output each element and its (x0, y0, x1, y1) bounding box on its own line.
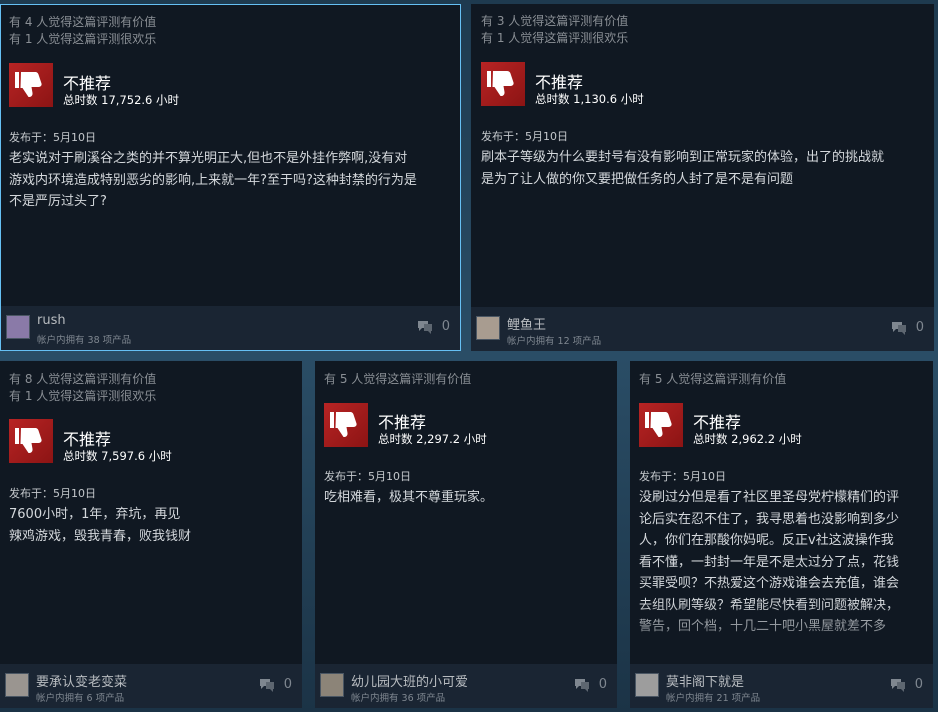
review-footer: 要承认变老变菜 帐户内拥有 6 项产品 0 (0, 664, 302, 708)
author-name[interactable]: 要承认变老变菜 (36, 671, 127, 690)
thumbs-down-icon[interactable] (324, 403, 368, 447)
hours-played: 总时数 2,297.2 小时 (378, 432, 487, 446)
recommendation-title[interactable]: 不推荐 (63, 70, 111, 94)
author-name[interactable]: 幼儿园大班的小可爱 (351, 671, 468, 690)
author-name[interactable]: rush (37, 313, 66, 328)
comment-count[interactable]: 0 (284, 677, 292, 692)
helpful-count: 有 4 人觉得这篇评测有价值 (9, 15, 157, 29)
author-name[interactable]: 莫非阁下就是 (666, 671, 744, 690)
products-owned: 帐户内拥有 6 项产品 (36, 693, 125, 704)
author-name[interactable]: 鲤鱼王 (507, 314, 546, 333)
review-text: 7600小时，1年，弃坑，再见 辣鸡游戏，毁我青春，败我钱财 (9, 507, 192, 544)
review-text: 老实说对于刷溪谷之类的并不算光明正大,但也不是外挂作弊啊,没有对 游戏内环境造成… (9, 151, 417, 209)
helpful-votes: 有 4 人觉得这篇评测有价值 有 1 人觉得这篇评测很欢乐 (9, 14, 156, 48)
posted-date: 发布于：5月10日 (481, 130, 568, 143)
helpful-count: 有 5 人觉得这篇评测有价值 (639, 372, 787, 386)
recommendation-title[interactable]: 不推荐 (535, 69, 583, 93)
review-text: 刷本子等级为什么要封号有没有影响到正常玩家的体验，出了的挑战就 是为了让人做的你… (481, 150, 885, 187)
products-owned: 帐户内拥有 12 项产品 (507, 336, 602, 347)
helpful-count: 有 3 人觉得这篇评测有价值 (481, 14, 629, 28)
hours-played: 总时数 7,597.6 小时 (63, 449, 172, 463)
review-card[interactable]: 有 5 人觉得这篇评测有价值 不推荐 总时数 2,962.2 小时 发布于：5月… (630, 361, 933, 708)
review-footer: rush 帐户内拥有 38 项产品 0 (1, 306, 460, 350)
helpful-count: 有 5 人觉得这篇评测有价值 (324, 372, 472, 386)
products-owned: 帐户内拥有 38 项产品 (37, 335, 132, 346)
thumbs-down-icon[interactable] (481, 62, 525, 106)
comment-count[interactable]: 0 (599, 677, 607, 692)
products-owned: 帐户内拥有 21 项产品 (666, 693, 761, 704)
review-footer: 鲤鱼王 帐户内拥有 12 项产品 0 (471, 307, 934, 351)
comment-icon[interactable] (890, 319, 908, 337)
review-card[interactable]: 有 5 人觉得这篇评测有价值 不推荐 总时数 2,297.2 小时 发布于：5月… (315, 361, 617, 708)
helpful-votes: 有 3 人觉得这篇评测有价值 有 1 人觉得这篇评测很欢乐 (481, 13, 628, 47)
avatar[interactable] (5, 673, 29, 697)
hours-played: 总时数 2,962.2 小时 (693, 432, 802, 446)
avatar[interactable] (476, 316, 500, 340)
comment-icon[interactable] (573, 676, 591, 694)
review-card[interactable]: 有 4 人觉得这篇评测有价值 有 1 人觉得这篇评测很欢乐 不推荐 总时数 17… (0, 4, 461, 351)
posted-date: 发布于：5月10日 (9, 131, 96, 144)
helpful-votes: 有 5 人觉得这篇评测有价值 (639, 371, 786, 388)
review-card[interactable]: 有 8 人觉得这篇评测有价值 有 1 人觉得这篇评测很欢乐 不推荐 总时数 7,… (0, 361, 302, 708)
thumbs-down-icon[interactable] (9, 419, 53, 463)
comment-count[interactable]: 0 (915, 677, 923, 692)
hours-played: 总时数 1,130.6 小时 (535, 92, 644, 106)
funny-count: 有 1 人觉得这篇评测很欢乐 (481, 31, 629, 45)
products-owned: 帐户内拥有 36 项产品 (351, 693, 446, 704)
recommendation-title[interactable]: 不推荐 (693, 409, 741, 433)
thumbs-down-icon[interactable] (639, 403, 683, 447)
avatar[interactable] (6, 315, 30, 339)
posted-date: 发布于：5月10日 (324, 470, 411, 483)
comment-icon[interactable] (258, 676, 276, 694)
recommendation-title[interactable]: 不推荐 (63, 426, 111, 450)
hours-played: 总时数 17,752.6 小时 (63, 93, 180, 107)
comment-count[interactable]: 0 (916, 320, 924, 335)
comment-icon[interactable] (416, 318, 434, 336)
review-footer: 莫非阁下就是 帐户内拥有 21 项产品 0 (630, 664, 933, 708)
avatar[interactable] (635, 673, 659, 697)
posted-date: 发布于：5月10日 (9, 487, 96, 500)
funny-count: 有 1 人觉得这篇评测很欢乐 (9, 389, 157, 403)
recommendation-title[interactable]: 不推荐 (378, 409, 426, 433)
helpful-votes: 有 5 人觉得这篇评测有价值 (324, 371, 471, 388)
review-card[interactable]: 有 3 人觉得这篇评测有价值 有 1 人觉得这篇评测很欢乐 不推荐 总时数 1,… (471, 4, 934, 351)
posted-date: 发布于：5月10日 (639, 470, 726, 483)
funny-count: 有 1 人觉得这篇评测很欢乐 (9, 32, 157, 46)
comment-count[interactable]: 0 (442, 319, 450, 334)
helpful-count: 有 8 人觉得这篇评测有价值 (9, 372, 157, 386)
review-footer: 幼儿园大班的小可爱 帐户内拥有 36 项产品 0 (315, 664, 617, 708)
review-text: 没刷过分但是看了社区里圣母党柠檬精们的评 论后实在忍不住了，我寻思着也没影响到多… (639, 490, 900, 634)
comment-icon[interactable] (889, 676, 907, 694)
avatar[interactable] (320, 673, 344, 697)
review-text: 吃相难看，极其不尊重玩家。 (324, 490, 494, 505)
helpful-votes: 有 8 人觉得这篇评测有价值 有 1 人觉得这篇评测很欢乐 (9, 371, 156, 405)
thumbs-down-icon[interactable] (9, 63, 53, 107)
